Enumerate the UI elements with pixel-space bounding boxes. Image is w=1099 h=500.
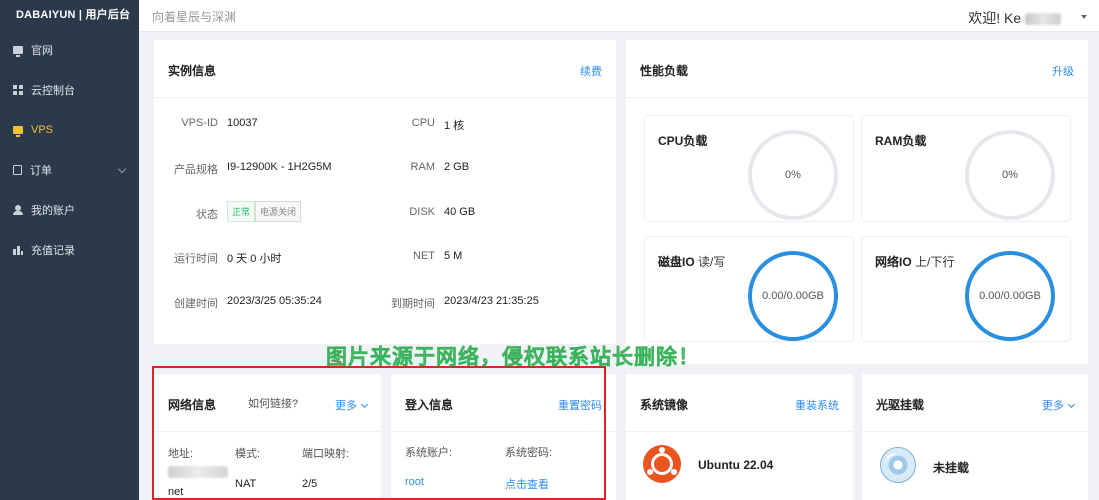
sidebar-item-my-account[interactable]: 我的账户: [0, 190, 139, 230]
field-value: 1 核: [444, 120, 465, 132]
status-normal-badge: 正常: [227, 201, 256, 222]
user-menu[interactable]: 欢迎! Ke: [968, 8, 1061, 28]
chart-icon: [13, 245, 23, 255]
field-value: 5 M: [444, 250, 463, 262]
field-value: 2 GB: [444, 161, 470, 173]
sidebar-item-recharge-history[interactable]: 充值记录: [0, 230, 139, 270]
card-title: 光驱挂载: [876, 398, 925, 412]
disk-io-panel: 磁盘IO 读/写 0.00/0.00GB: [644, 236, 854, 342]
panel-title-main: 磁盘IO: [658, 255, 695, 269]
panel-title: CPU负载: [658, 134, 708, 148]
os-name: Ubuntu 22.04: [698, 458, 774, 472]
document-icon: [13, 165, 22, 175]
status-badges: 正常 电源关闭: [227, 201, 302, 222]
field-value: 0 天 0 小时: [227, 253, 282, 265]
blurred-username: [1025, 13, 1061, 26]
field-label: 产品规格: [174, 164, 218, 176]
brand-title: DABAIYUN | 用户后台: [16, 9, 131, 21]
card-header: 实例信息 续费: [154, 40, 616, 98]
field-label: 运行时间: [174, 253, 218, 265]
user-icon: [13, 205, 23, 215]
sidebar-item-vps[interactable]: VPS: [0, 110, 139, 150]
field-label: 到期时间: [391, 298, 435, 310]
sidebar-item-label: 云控制台: [31, 85, 75, 97]
card-header: 光驱挂载 更多: [862, 374, 1088, 432]
panel-title: 磁盘IO 读/写: [658, 253, 725, 270]
performance-card: 性能负载 升级 CPU负载 0% RAM负载 0% 磁盘IO 读/写 0.00/…: [626, 40, 1088, 364]
field-value: 2023/3/25 05:35:24: [227, 295, 322, 307]
sidebar-item-website[interactable]: 官网: [0, 30, 139, 70]
field-value: 10037: [227, 117, 258, 129]
sidebar-item-cloud-console[interactable]: 云控制台: [0, 70, 139, 110]
card-title: 性能负载: [640, 64, 689, 78]
disk-io-gauge: 0.00/0.00GB: [748, 251, 838, 341]
sidebar-item-label: 官网: [31, 45, 53, 57]
power-off-button[interactable]: 电源关闭: [255, 201, 302, 222]
watermark: 图片来源于网络，侵权联系站长删除！: [326, 346, 700, 370]
monitor-icon: [13, 46, 23, 57]
ubuntu-icon: [643, 445, 681, 483]
card-header: 性能负载 升级: [626, 40, 1088, 98]
field-value: I9-12900K - 1H2G5M: [227, 161, 332, 173]
more-dropdown[interactable]: 更多: [1042, 397, 1076, 413]
panel-title-main: 网络IO: [875, 255, 912, 269]
sidebar-item-label: 我的账户: [31, 205, 75, 217]
card-title: 系统镜像: [640, 398, 689, 412]
chevron-down-icon: [1067, 400, 1076, 409]
upgrade-link[interactable]: 升级: [1052, 63, 1074, 79]
panel-title-sub: 读/写: [698, 255, 726, 269]
cpu-load-panel: CPU负载 0%: [644, 115, 854, 222]
sidebar-item-orders[interactable]: 订单: [0, 150, 139, 190]
card-title: 实例信息: [168, 64, 217, 78]
field-label: 状态: [196, 209, 218, 221]
grid-icon: [13, 85, 23, 95]
cpu-gauge: 0%: [748, 130, 838, 220]
field-value: 2023/4/23 21:35:25: [444, 295, 539, 307]
panel-title: RAM负载: [875, 134, 927, 148]
field-label: NET: [413, 250, 435, 262]
instance-info-card: 实例信息 续费 VPS-ID 10037 产品规格 I9-12900K - 1H…: [154, 40, 616, 344]
cdrom-icon: [880, 447, 916, 483]
network-io-panel: 网络IO 上/下行 0.00/0.00GB: [861, 236, 1071, 342]
field-label: DISK: [409, 206, 435, 218]
sidebar-item-label: VPS: [31, 124, 54, 136]
sidebar-item-label: 充值记录: [31, 245, 75, 257]
network-io-gauge: 0.00/0.00GB: [965, 251, 1055, 341]
field-value: 40 GB: [444, 206, 476, 218]
sidebar: DABAIYUN | 用户后台 官网 云控制台 VPS 订单 我的账户 充值记录: [0, 0, 139, 500]
reinstall-link[interactable]: 重装系统: [795, 397, 839, 413]
monitor-icon: [13, 126, 23, 137]
field-label: RAM: [410, 161, 435, 173]
top-bar: 向着星辰与深渊 欢迎! Ke: [139, 0, 1099, 32]
ram-gauge: 0%: [965, 130, 1055, 220]
card-header: 系统镜像 重装系统: [626, 374, 853, 432]
panel-title: 网络IO 上/下行: [875, 253, 954, 270]
more-label: 更多: [1042, 400, 1064, 412]
welcome-text: 欢迎! Ke: [968, 10, 1022, 26]
field-label: 创建时间: [174, 298, 218, 310]
panel-title-sub: 上/下行: [915, 255, 955, 269]
chevron-down-icon: [117, 164, 127, 174]
field-label: VPS-ID: [181, 117, 218, 129]
field-label: CPU: [411, 117, 435, 129]
highlight-frame: [152, 366, 606, 500]
sidebar-item-label: 订单: [30, 165, 52, 177]
renew-link[interactable]: 续费: [580, 63, 602, 79]
caret-down-icon[interactable]: [1081, 15, 1087, 19]
ram-load-panel: RAM负载 0%: [861, 115, 1071, 222]
slogan: 向着星辰与深渊: [152, 10, 237, 24]
mount-status: 未挂载: [933, 461, 970, 475]
